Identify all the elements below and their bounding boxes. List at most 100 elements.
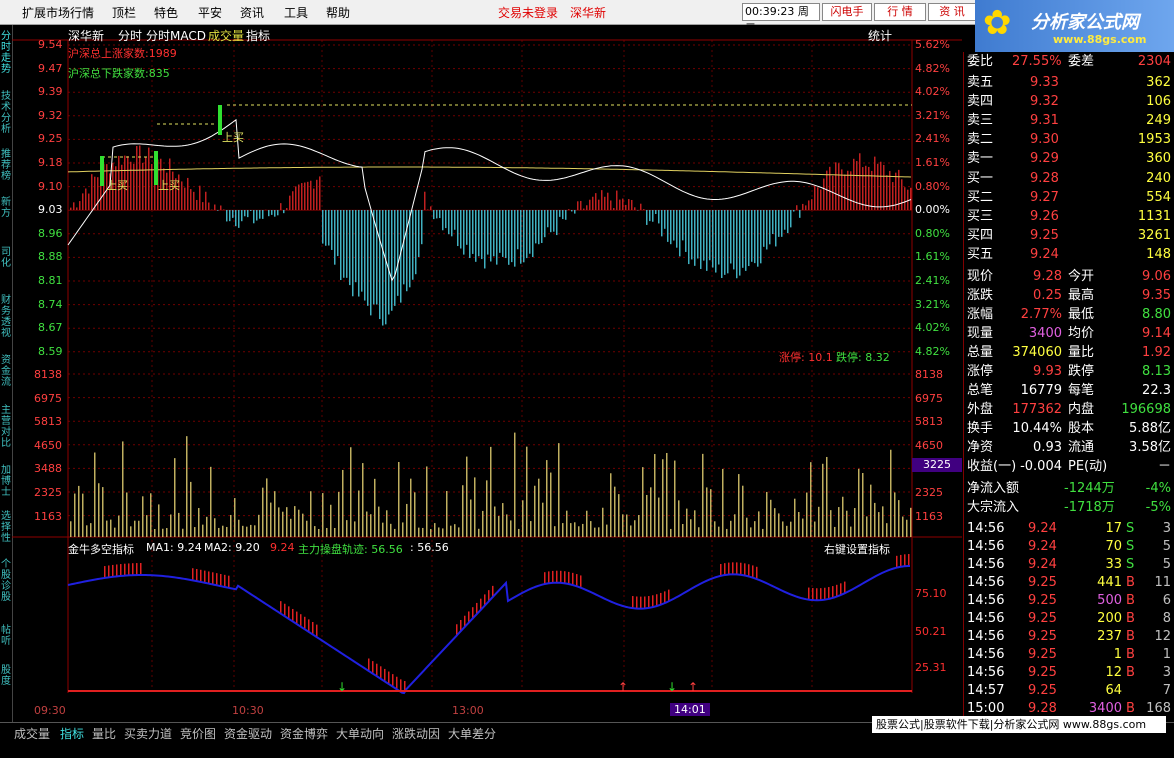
- tick-row: 14:569.2417S3: [964, 520, 1174, 538]
- volume-bar: [798, 512, 800, 537]
- macd-bar: [550, 210, 552, 232]
- volume-bar: [314, 526, 316, 537]
- tab-intraday[interactable]: 分时: [118, 27, 142, 44]
- volume-bar: [474, 477, 476, 537]
- bid-price: 9.26: [1030, 208, 1059, 226]
- tab-big-order-trend[interactable]: 大单动向: [336, 725, 384, 742]
- sub-red-bar: [312, 622, 314, 634]
- vtab-technical[interactable]: 技术分析: [0, 91, 12, 135]
- stats-button[interactable]: 统计: [868, 27, 892, 44]
- footer-banner[interactable]: 股票公式|股票软件下载|分析家公式网 www.88gs.com: [872, 716, 1166, 733]
- weibi-value: 27.55%: [1012, 53, 1062, 71]
- macd-bar: [556, 210, 558, 235]
- volume-bar: [258, 515, 260, 537]
- menu-item-extended-market[interactable]: 扩展市场行情: [22, 4, 94, 21]
- macd-bar: [214, 205, 216, 210]
- tab-volume[interactable]: 成交量: [208, 27, 244, 44]
- sub-red-bar: [572, 573, 574, 585]
- down-count: 沪深总下跌家数:835: [68, 65, 170, 81]
- vtab-company[interactable]: 司化: [0, 247, 12, 269]
- price-tick: 8.81: [38, 274, 63, 287]
- macd-bar: [280, 203, 282, 210]
- volume-bar: [886, 523, 888, 537]
- vtab-select[interactable]: 选择性: [0, 511, 12, 544]
- volume-bar: [230, 515, 232, 537]
- right-click-settings[interactable]: 右键设置指标: [824, 541, 890, 557]
- ask-label: 卖三: [967, 112, 993, 130]
- macd-bar: [268, 210, 270, 216]
- vtab-fund-flow[interactable]: 资金流: [0, 355, 12, 388]
- volume-bar: [322, 493, 324, 537]
- volume-bar: [618, 494, 620, 537]
- flash-trade-button[interactable]: 闪电手: [822, 3, 872, 21]
- tick-time: 14:56: [967, 646, 1004, 664]
- tab-change-cause[interactable]: 涨跌动因: [392, 725, 440, 742]
- macd-bar: [319, 176, 321, 210]
- vtab-diagnose[interactable]: 个股诊股: [0, 559, 12, 603]
- volume-bar: [394, 529, 396, 537]
- menu-item-pingan[interactable]: 平安: [198, 4, 222, 21]
- vtab-doctor[interactable]: 加博士: [0, 465, 12, 498]
- macd-bar: [232, 210, 234, 218]
- macd-bar: [742, 210, 744, 268]
- volume-bar: [510, 520, 512, 537]
- vtab-finance[interactable]: 财务透视: [0, 295, 12, 339]
- flow-percent: -5%: [1146, 499, 1171, 517]
- tick-side: B: [1126, 646, 1135, 664]
- menu-item-news[interactable]: 资讯: [240, 4, 264, 21]
- vtab-listen[interactable]: 帖听: [0, 625, 12, 647]
- vtab-intraday[interactable]: 分时走势: [0, 31, 12, 75]
- tab-big-order-diff[interactable]: 大单差分: [448, 725, 496, 742]
- tab-volume-bottom[interactable]: 成交量: [14, 725, 50, 742]
- macd-bar: [886, 175, 888, 210]
- news-button[interactable]: 资 讯: [928, 3, 976, 21]
- ask-row: 卖五9.33362: [964, 74, 1174, 92]
- menu-item-top-bar[interactable]: 顶栏: [112, 4, 136, 21]
- vtab-recommend[interactable]: 推荐榜: [0, 149, 12, 182]
- login-status[interactable]: 交易未登录: [498, 4, 558, 21]
- macd-bar: [196, 200, 198, 210]
- intraday-chart[interactable]: ↓↓↑↑ 深华新 分时 分时MACD 成交量 指标 统计 沪深总上涨家数:198…: [12, 25, 962, 725]
- menu-item-tools[interactable]: 工具: [284, 4, 308, 21]
- sub-red-bar: [668, 590, 670, 602]
- volume-bar: [682, 524, 684, 537]
- menu-item-features[interactable]: 特色: [154, 4, 178, 21]
- macd-bar: [415, 210, 417, 274]
- vtab-business[interactable]: 主营对比: [0, 405, 12, 449]
- volume-bar: [442, 528, 444, 537]
- sub-indicator-title[interactable]: 金牛多空指标: [68, 541, 134, 557]
- quotes-button[interactable]: 行 情: [874, 3, 926, 21]
- volume-bar: [890, 450, 892, 537]
- tick-price: 9.25: [1028, 628, 1057, 646]
- volume-bar: [118, 516, 120, 537]
- signal-arrow-icon: ↓: [337, 680, 347, 694]
- vtab-degree[interactable]: 股度: [0, 665, 12, 687]
- tab-fund-game[interactable]: 资金博弈: [280, 725, 328, 742]
- vtab-new[interactable]: 新方: [0, 197, 12, 219]
- volume-bar: [154, 529, 156, 537]
- sub-red-bar: [280, 601, 282, 613]
- volume-bar: [770, 500, 772, 537]
- brand-logo: ✿ 分析家公式网 www.88gs.com: [975, 0, 1174, 52]
- quote-label: 现价: [967, 268, 993, 286]
- tab-indicator-bottom[interactable]: 指标: [60, 725, 84, 742]
- menu-stock-name: 深华新: [570, 4, 606, 21]
- volume-bar: [418, 528, 420, 537]
- tab-intraday-macd[interactable]: 分时MACD: [146, 27, 206, 44]
- tab-fund-drive[interactable]: 资金驱动: [224, 725, 272, 742]
- tick-count: 5: [1163, 556, 1171, 574]
- flow-row: 净流入额-1244万-4%: [964, 480, 1174, 498]
- signal-arrow-icon: ↓: [667, 680, 677, 694]
- tab-buy-sell-force[interactable]: 买卖力道: [124, 725, 172, 742]
- time-label-1300: 13:00: [452, 704, 484, 717]
- tab-indicator[interactable]: 指标: [246, 27, 270, 44]
- tab-auction[interactable]: 竞价图: [180, 725, 216, 742]
- volume-bar: [902, 517, 904, 537]
- percent-tick: 4.02%: [915, 321, 950, 334]
- tab-volume-ratio[interactable]: 量比: [92, 725, 116, 742]
- tick-volume: 12: [1082, 664, 1122, 682]
- menu-item-help[interactable]: 帮助: [326, 4, 350, 21]
- tick-row: 14:569.2433S5: [964, 556, 1174, 574]
- sub-red-bar: [644, 596, 646, 608]
- volume-bar: [814, 522, 816, 537]
